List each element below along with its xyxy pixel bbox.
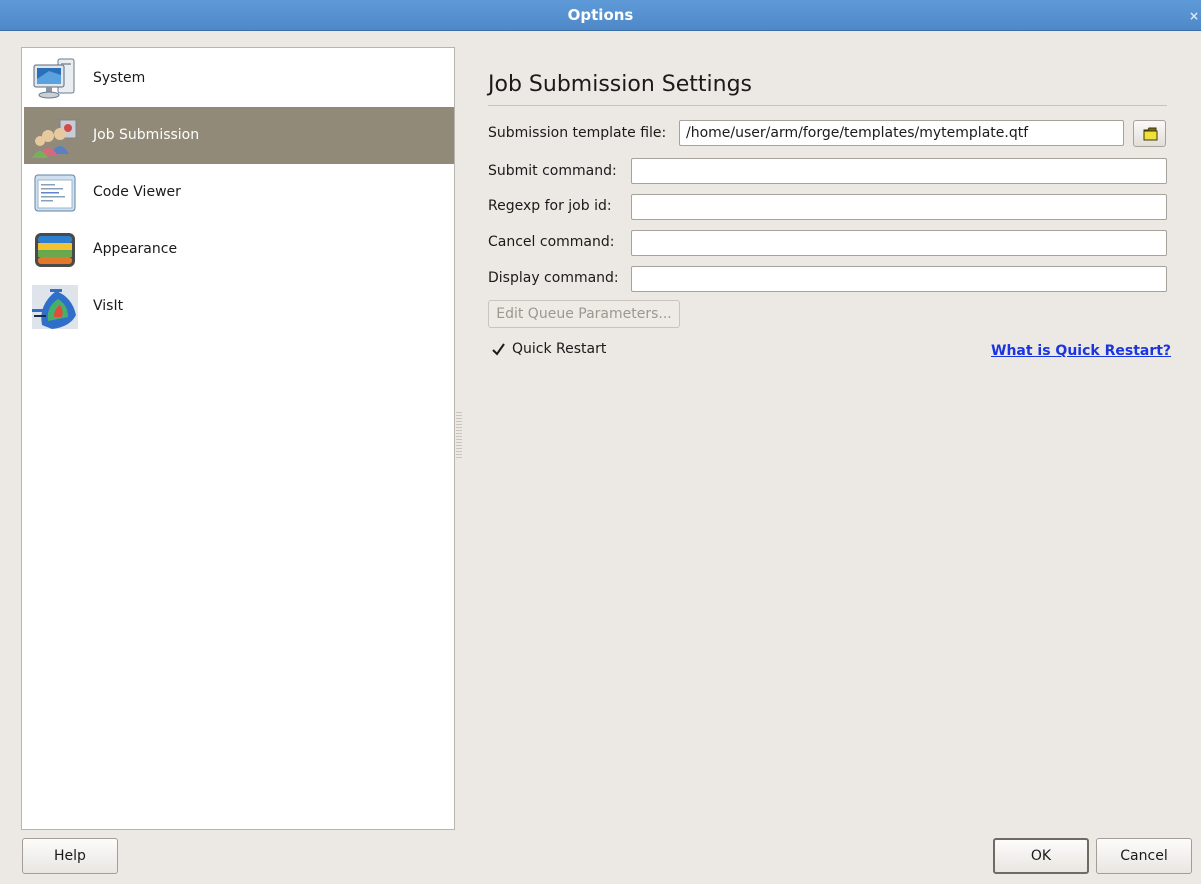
system-monitor-icon: [32, 57, 78, 101]
sidebar-item-system[interactable]: System: [24, 50, 454, 107]
sidebar-item-label: Job Submission: [93, 127, 200, 143]
what-is-quick-restart-link[interactable]: What is Quick Restart?: [991, 339, 1171, 363]
sidebar-item-job-submission[interactable]: Job Submission: [24, 107, 454, 164]
edit-queue-parameters-button[interactable]: Edit Queue Parameters...: [488, 300, 680, 328]
ok-button[interactable]: OK: [993, 838, 1089, 874]
submit-command-label: Submit command:: [488, 163, 617, 179]
sidebar-item-label: Code Viewer: [93, 184, 181, 200]
sidebar-item-visit[interactable]: VisIt: [24, 278, 454, 335]
browse-template-button[interactable]: [1133, 120, 1166, 147]
window-title: Options: [567, 6, 634, 24]
title-divider: [488, 105, 1167, 106]
sidebar-item-label: VisIt: [93, 298, 124, 314]
cancel-button[interactable]: Cancel: [1096, 838, 1192, 874]
sidebar-item-label: System: [93, 70, 146, 86]
pane-splitter-handle[interactable]: [456, 412, 462, 460]
submit-command-input[interactable]: [631, 158, 1167, 184]
cancel-command-label: Cancel command:: [488, 234, 615, 250]
checkmark-icon: [492, 343, 505, 356]
sidebar-item-appearance[interactable]: Appearance: [24, 221, 454, 278]
display-command-label: Display command:: [488, 270, 619, 286]
close-icon[interactable]: ×: [1189, 0, 1199, 30]
appearance-icon: [32, 228, 78, 272]
folder-open-icon: [1143, 127, 1158, 141]
display-command-input[interactable]: [631, 266, 1167, 292]
job-submission-users-icon: [32, 114, 78, 158]
page-title: Job Submission Settings: [488, 72, 752, 97]
template-file-label: Submission template file:: [488, 125, 667, 141]
quick-restart-checkbox[interactable]: [491, 342, 506, 357]
sidebar-item-label: Appearance: [93, 241, 178, 257]
regexp-job-id-input[interactable]: [631, 194, 1167, 220]
options-category-list[interactable]: System Job Submission Code Viewer Appear…: [21, 47, 455, 830]
help-button[interactable]: Help: [22, 838, 118, 874]
code-viewer-icon: [32, 171, 78, 215]
regexp-job-id-label: Regexp for job id:: [488, 198, 612, 214]
template-file-input[interactable]: [679, 120, 1124, 146]
cancel-command-input[interactable]: [631, 230, 1167, 256]
visit-icon: [32, 285, 78, 329]
quick-restart-label: Quick Restart: [512, 341, 607, 357]
window-titlebar: Options ×: [0, 0, 1201, 31]
sidebar-item-code-viewer[interactable]: Code Viewer: [24, 164, 454, 221]
